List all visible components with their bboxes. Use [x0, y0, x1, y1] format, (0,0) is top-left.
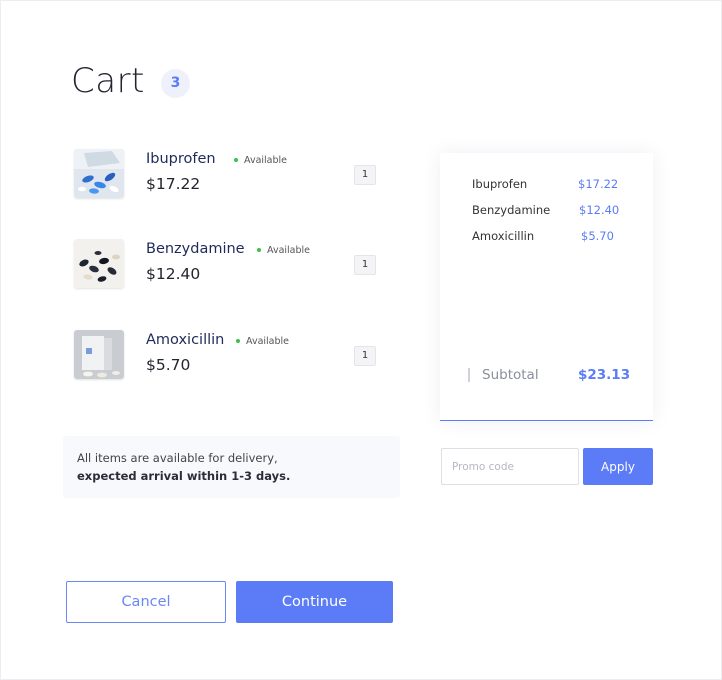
item-price: $12.40: [146, 265, 201, 283]
subtotal-value: $23.13: [578, 367, 631, 383]
item-price: $5.70: [146, 356, 191, 374]
summary-item-price: $17.22: [578, 177, 619, 191]
summary-item-name: Ibuprofen: [472, 177, 528, 191]
item-price: $17.22: [146, 175, 201, 193]
availability-label: Available: [244, 155, 288, 166]
quantity-field[interactable]: 1: [354, 165, 376, 185]
promo-code-input[interactable]: [441, 448, 579, 485]
subtotal-label: Subtotal: [482, 367, 539, 383]
delivery-note-line: All items are available for delivery,: [77, 451, 278, 465]
summary-item-price: $5.70: [581, 229, 614, 243]
summary-item-name: Benzydamine: [472, 203, 551, 217]
subtotal-divider: [468, 368, 470, 382]
continue-button[interactable]: Continue: [236, 581, 393, 623]
product-image-pill-box[interactable]: [74, 330, 124, 379]
product-image-blue-capsules[interactable]: [74, 149, 124, 198]
item-name[interactable]: Benzydamine: [146, 241, 245, 257]
summary-row: Ibuprofen $17.22: [472, 177, 653, 193]
item-name[interactable]: Ibuprofen: [146, 151, 216, 167]
cart-item: Ibuprofen Available $17.22 1: [74, 149, 379, 199]
availability-label: Available: [267, 245, 311, 256]
summary-row: Amoxicillin $5.70: [472, 229, 653, 245]
page-title: Cart: [71, 61, 145, 101]
delivery-note: All items are available for delivery, ex…: [63, 436, 400, 498]
availability-status: Available: [257, 245, 310, 256]
order-summary: Ibuprofen $17.22 Benzydamine $12.40 Amox…: [440, 153, 653, 421]
quantity-field[interactable]: 1: [354, 255, 376, 275]
apply-promo-button[interactable]: Apply: [583, 448, 653, 485]
cart-panel: Cart 3 Ibuprofen Available $17.22 1 Benz…: [0, 0, 722, 680]
cancel-button[interactable]: Cancel: [66, 581, 226, 623]
available-dot-icon: [257, 247, 261, 252]
product-image-dark-capsules[interactable]: [74, 239, 124, 288]
summary-row: Benzydamine $12.40: [472, 203, 653, 219]
available-dot-icon: [236, 338, 240, 343]
availability-status: Available: [236, 336, 289, 347]
cart-item: Benzydamine Available $12.40 1: [74, 239, 379, 289]
quantity-field[interactable]: 1: [354, 346, 376, 366]
item-count-badge: 3: [161, 69, 190, 98]
available-dot-icon: [234, 157, 238, 162]
cart-item: Amoxicillin Available $5.70 1: [74, 330, 379, 380]
item-name[interactable]: Amoxicillin: [146, 332, 224, 348]
delivery-note-emphasis: expected arrival within 1-3 days.: [77, 469, 291, 483]
availability-label: Available: [246, 336, 290, 347]
availability-status: Available: [234, 155, 287, 166]
summary-item-price: $12.40: [579, 203, 620, 217]
summary-item-name: Amoxicillin: [472, 229, 535, 243]
